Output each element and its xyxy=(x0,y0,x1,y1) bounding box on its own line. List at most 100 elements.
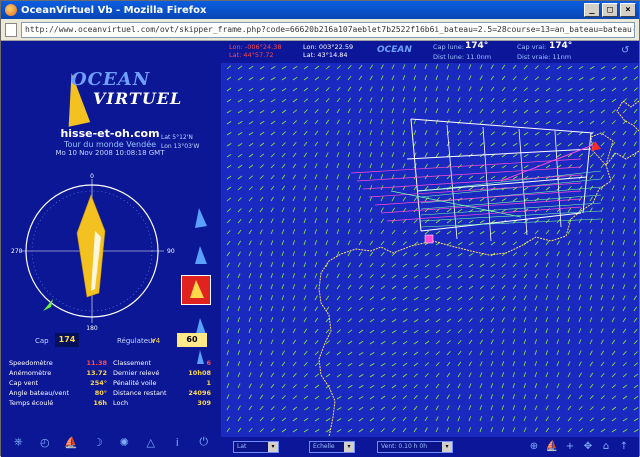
wind-arrow xyxy=(501,361,505,367)
map-canvas[interactable] xyxy=(221,41,639,457)
power-icon[interactable]: ⏻ xyxy=(195,433,213,451)
wind-arrow xyxy=(600,229,604,235)
wind-arrow xyxy=(380,341,386,345)
wind-arrow xyxy=(534,143,540,147)
wind-arrow xyxy=(259,405,264,411)
weather-map[interactable]: Lon: -006°24.38 Lat: 44°57.72 Lon: 003°2… xyxy=(221,41,639,457)
wind-arrow xyxy=(534,87,540,92)
move-icon[interactable]: ✥ xyxy=(581,441,595,453)
wind-arrow xyxy=(292,350,297,356)
wind-arrow xyxy=(545,295,549,301)
minimize-button[interactable]: _ xyxy=(584,3,600,17)
wind-arrow xyxy=(248,197,253,202)
boat-icon[interactable]: ⛵ xyxy=(62,433,80,451)
wind-arrow xyxy=(270,328,274,334)
wind-arrow xyxy=(578,153,583,158)
wind-arrow xyxy=(611,384,616,389)
close-button[interactable]: × xyxy=(620,3,636,17)
sail-genoa-icon xyxy=(195,246,207,264)
wind-arrow xyxy=(600,317,604,323)
wind-arrow xyxy=(292,120,297,125)
wind-arrow xyxy=(622,428,628,433)
wind-arrow xyxy=(556,339,559,345)
wind-arrow xyxy=(545,229,550,235)
wind-arrow xyxy=(336,384,342,389)
wheel-icon[interactable]: ⎈ xyxy=(9,433,27,451)
wind-arrow xyxy=(237,164,243,169)
wind-arrow xyxy=(270,98,276,103)
crew-icon[interactable]: ✺ xyxy=(115,433,133,451)
cap-input[interactable]: 174 xyxy=(55,333,79,347)
wind-arrow xyxy=(611,317,615,323)
wind-arrow xyxy=(468,86,472,92)
wind-arrow xyxy=(402,351,408,356)
zoom-in-icon[interactable]: ⊕ xyxy=(527,441,541,453)
wind-arrow xyxy=(424,75,427,81)
wind-arrow xyxy=(611,273,615,279)
wind-arrow xyxy=(633,306,638,312)
wind-arrow xyxy=(226,208,231,213)
wind-arrow xyxy=(336,229,340,235)
stat-value: 13.72 xyxy=(86,369,107,377)
wind-arrow xyxy=(611,262,614,268)
stat-row: Angle bateau/vent 80° xyxy=(9,389,109,398)
warning-icon[interactable]: △ xyxy=(142,433,160,451)
wind-arrow xyxy=(413,130,417,136)
wind-arrow xyxy=(226,405,230,411)
wind-arrow xyxy=(248,218,253,224)
wind-arrow xyxy=(556,361,560,367)
wind-arrow xyxy=(622,339,627,345)
maximize-button[interactable]: □ xyxy=(602,3,618,17)
wind-arrow xyxy=(523,131,529,136)
layer-select[interactable]: Lat ▾ xyxy=(233,441,279,453)
wind-arrow xyxy=(358,185,361,191)
wind-arrow xyxy=(314,98,319,103)
boat-center-icon[interactable]: ⛵ xyxy=(545,441,559,453)
waypoint-marker[interactable] xyxy=(424,234,434,244)
wind-arrow xyxy=(633,406,639,411)
wind-arrow xyxy=(369,395,375,400)
sail-option-2[interactable] xyxy=(185,241,215,271)
stat-label: Dernier relevé xyxy=(113,369,160,377)
moon-icon[interactable]: ☽ xyxy=(89,433,107,451)
wind-arrow xyxy=(479,328,484,334)
wind-arrow xyxy=(314,317,319,323)
wind-arrow xyxy=(578,142,584,147)
route-line xyxy=(374,190,582,206)
wind-arrow xyxy=(556,295,560,301)
home-icon[interactable]: ⌂ xyxy=(599,441,613,453)
wind-arrow xyxy=(325,407,331,411)
wind-arrow xyxy=(633,284,637,290)
crosshair-icon[interactable]: + xyxy=(563,441,577,453)
wind-arrow xyxy=(413,141,417,147)
wind-arrow xyxy=(369,285,374,290)
refresh-icon[interactable]: ↺ xyxy=(621,45,629,56)
speed-icon[interactable]: ◴ xyxy=(36,433,54,451)
wind-arrow xyxy=(611,328,615,334)
regulateur-button[interactable]: 60 xyxy=(177,333,207,347)
wind-arrow xyxy=(435,296,441,301)
sail-option-1[interactable] xyxy=(185,203,215,233)
up-arrow-icon[interactable]: ↑ xyxy=(617,441,631,453)
wind-arrow xyxy=(578,88,584,92)
wind-arrow xyxy=(369,152,372,158)
stat-label: Angle bateau/vent xyxy=(9,389,70,397)
wind-arrow xyxy=(369,406,375,411)
url-input[interactable]: http://www.oceanvirtuel.com/ovt/skipper_… xyxy=(21,21,635,38)
scale-select[interactable]: Echelle ▾ xyxy=(309,441,355,453)
wind-arrow xyxy=(413,64,417,70)
wind-arrow xyxy=(545,394,549,400)
wind-arrow xyxy=(259,65,265,70)
wind-arrow xyxy=(248,65,254,70)
wind-arrow xyxy=(358,385,364,389)
sail-option-3-selected[interactable] xyxy=(181,275,211,305)
wind-arrow xyxy=(391,207,396,213)
info-icon[interactable]: i xyxy=(168,433,186,451)
boat-marker-icon[interactable] xyxy=(591,141,601,151)
wind-arrow xyxy=(633,251,637,257)
wind-arrow xyxy=(589,306,593,312)
compass-rose[interactable]: 0 90 180 270 xyxy=(7,171,177,331)
wind-arrow xyxy=(347,428,353,433)
wind-arrow xyxy=(303,163,307,169)
wind-time-select[interactable]: Vent: 0.10 h 0h ▾ xyxy=(377,441,453,453)
